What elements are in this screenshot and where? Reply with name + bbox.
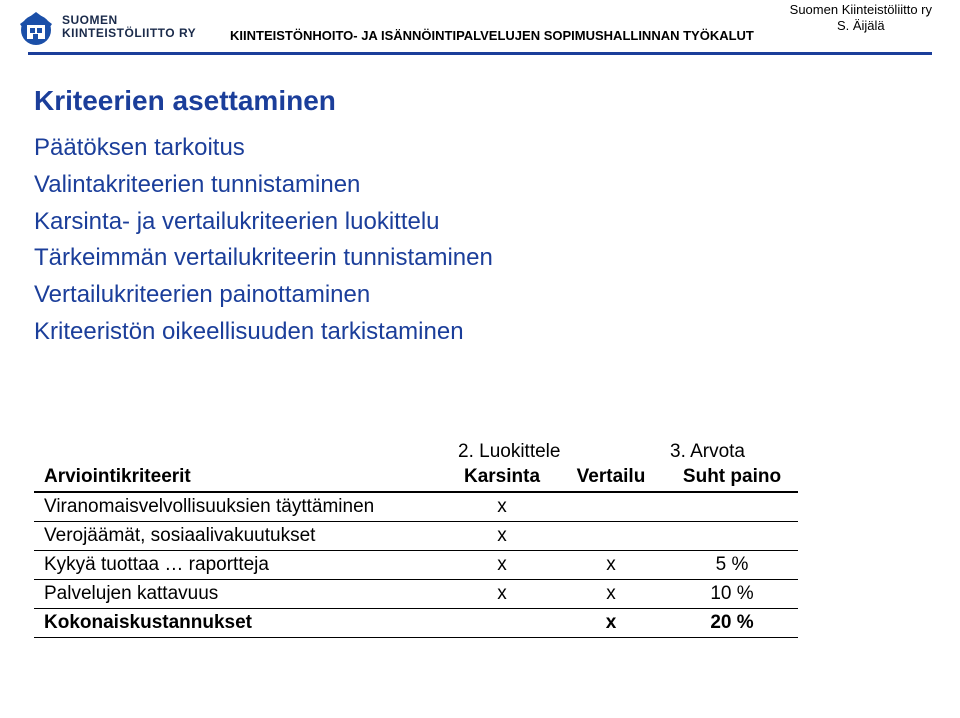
bullet-item: Päätöksen tarkoitus (34, 131, 932, 166)
bullet-list: Päätöksen tarkoitus Valintakriteerien tu… (34, 131, 932, 350)
author-name: S. Äijälä (790, 18, 932, 34)
cell-vertailu: x (556, 579, 666, 608)
content: Kriteerien asettaminen Päätöksen tarkoit… (0, 55, 960, 638)
org-name: Suomen Kiinteistöliitto ry (790, 2, 932, 18)
bullet-item: Valintakriteerien tunnistaminen (34, 168, 932, 203)
cell-karsinta: x (448, 492, 556, 522)
bullet-item: Tärkeimmän vertailukriteerin tunnistamin… (34, 241, 932, 276)
cell-vertailu (556, 492, 666, 522)
table-header-row: Arviointikriteerit Karsinta Vertailu Suh… (34, 463, 798, 492)
table-row: Kokonaiskustannukset x 20 % (34, 608, 798, 637)
cell-criteria: Kykyä tuottaa … raportteja (34, 550, 448, 579)
cell-paino: 20 % (666, 608, 798, 637)
table-row: Verojäämät, sosiaalivakuutukset x (34, 521, 798, 550)
header-right: Suomen Kiinteistöliitto ry S. Äijälä (790, 2, 932, 35)
header-criteria: Arviointikriteerit (34, 463, 448, 492)
label-luokittele: 2. Luokittele (448, 438, 666, 463)
cell-criteria: Verojäämät, sosiaalivakuutukset (34, 521, 448, 550)
table-row: Palvelujen kattavuus x x 10 % (34, 579, 798, 608)
cell-paino (666, 492, 798, 522)
header-karsinta: Karsinta (448, 463, 556, 492)
cell-criteria: Kokonaiskustannukset (34, 608, 448, 637)
bullet-item: Kriteeristön oikeellisuuden tarkistamine… (34, 315, 932, 350)
label-arvota: 3. Arvota (666, 438, 798, 463)
cell-vertailu: x (556, 608, 666, 637)
cell-criteria: Viranomaisvelvollisuuksien täyttäminen (34, 492, 448, 522)
criteria-table: 2. Luokittele 3. Arvota Arviointikriteer… (34, 438, 932, 638)
table-row: Viranomaisvelvollisuuksien täyttäminen x (34, 492, 798, 522)
document-title: KIINTEISTÖNHOITO- JA ISÄNNÖINTIPALVELUJE… (230, 28, 754, 43)
cell-vertailu (556, 521, 666, 550)
bullet-item: Karsinta- ja vertailukriteerien luokitte… (34, 205, 932, 240)
cell-criteria: Palvelujen kattavuus (34, 579, 448, 608)
cell-karsinta: x (448, 550, 556, 579)
bullet-item: Vertailukriteerien painottaminen (34, 278, 932, 313)
header: SUOMEN KIINTEISTÖLIITTO RY KIINTEISTÖNHO… (0, 0, 960, 46)
cell-karsinta: x (448, 579, 556, 608)
cell-karsinta (448, 608, 556, 637)
table-row: Kykyä tuottaa … raportteja x x 5 % (34, 550, 798, 579)
logo-block: SUOMEN KIINTEISTÖLIITTO RY (16, 8, 196, 46)
header-paino: Suht paino (666, 463, 798, 492)
header-vertailu: Vertailu (556, 463, 666, 492)
cell-paino (666, 521, 798, 550)
cell-paino: 10 % (666, 579, 798, 608)
table-top-labels: 2. Luokittele 3. Arvota (34, 438, 798, 463)
house-logo-icon (16, 8, 58, 46)
slide-title: Kriteerien asettaminen (34, 85, 932, 117)
cell-vertailu: x (556, 550, 666, 579)
logo-text: SUOMEN KIINTEISTÖLIITTO RY (62, 14, 196, 39)
cell-paino: 5 % (666, 550, 798, 579)
cell-karsinta: x (448, 521, 556, 550)
logo-line-2: KIINTEISTÖLIITTO RY (62, 27, 196, 40)
